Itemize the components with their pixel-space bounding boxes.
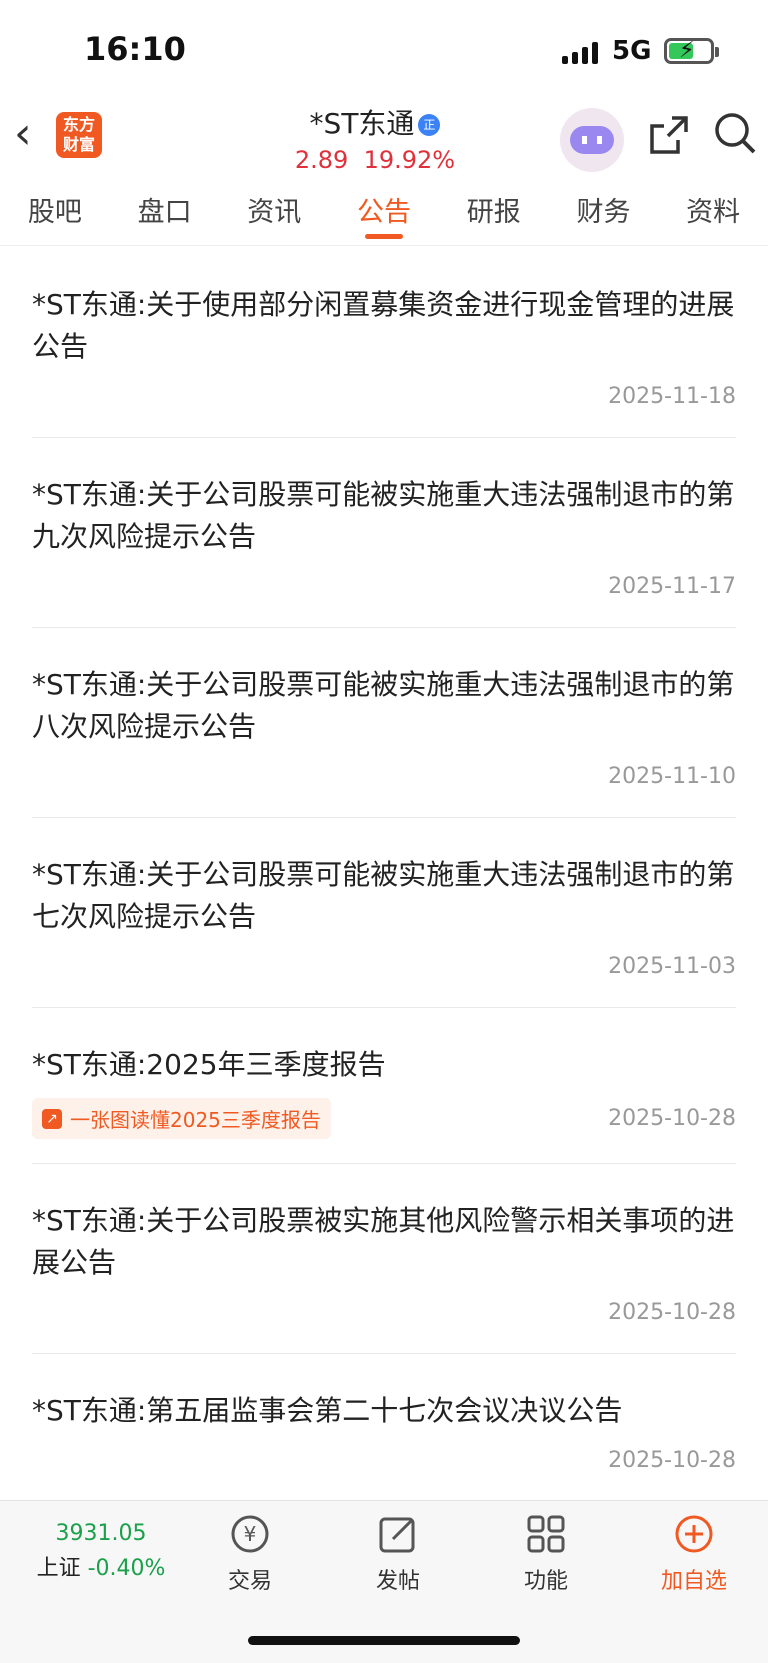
stock-title: *ST东通正 [250, 102, 500, 142]
list-item[interactable]: *ST东通:关于公司股票可能被实施重大违法强制退市的第七次风险提示公告 2025… [32, 818, 736, 1008]
logo-line1: 东方 [62, 115, 95, 134]
announcement-date: 2025-11-03 [608, 954, 736, 979]
list-item[interactable]: *ST东通:关于公司股票被实施其他风险警示相关事项的进展公告 2025-10-2… [32, 1164, 736, 1354]
list-item[interactable]: *ST东通:关于公司股票可能被实施重大违法强制退市的第八次风险提示公告 2025… [32, 628, 736, 818]
tab-announcements[interactable]: 公告 [329, 180, 439, 245]
tab-guba[interactable]: 股吧 [0, 180, 110, 245]
report-summary-chip[interactable]: ↗ 一张图读懂2025三季度报告 [32, 1098, 331, 1139]
home-indicator[interactable] [248, 1636, 520, 1645]
trade-label: 交易 [227, 1569, 272, 1594]
announcement-date: 2025-10-28 [608, 1300, 736, 1325]
stock-change-pct: 19.92% [363, 146, 456, 174]
announcement-date: 2025-11-17 [608, 574, 736, 599]
announcement-date: 2025-11-10 [608, 764, 736, 789]
edit-icon [379, 1517, 415, 1553]
announcement-date: 2025-10-28 [608, 1106, 736, 1131]
list-item[interactable]: *ST东通:第五届监事会第二十七次会议决议公告 2025-10-28 [32, 1354, 736, 1502]
tab-bar: 股吧 盘口 资讯 公告 研报 财务 资料 [0, 180, 768, 246]
index-label: 上证 -0.40% [26, 1550, 176, 1582]
list-item[interactable]: *ST东通:2025年三季度报告 ↗ 一张图读懂2025三季度报告 2025-1… [32, 1008, 736, 1164]
announcement-title: *ST东通:关于公司股票可能被实施重大违法强制退市的第八次风险提示公告 [32, 668, 735, 743]
plus-circle-icon [675, 1515, 713, 1553]
share-icon[interactable] [646, 112, 692, 158]
add-watchlist-button[interactable]: 加自选 [634, 1511, 754, 1595]
back-icon[interactable]: ‹ [14, 112, 54, 156]
grid-icon [527, 1515, 565, 1553]
announcement-title: *ST东通:关于公司股票可能被实施重大违法强制退市的第七次风险提示公告 [32, 858, 735, 933]
announcement-date: 2025-10-28 [608, 1448, 736, 1473]
announcement-list: *ST东通:关于使用部分闲置募集资金进行现金管理的进展公告 2025-11-18… [32, 248, 736, 1502]
announcement-title: *ST东通:关于使用部分闲置募集资金进行现金管理的进展公告 [32, 288, 735, 363]
tab-finance[interactable]: 财务 [549, 180, 659, 245]
signal-icon [562, 38, 598, 64]
list-item[interactable]: *ST东通:关于公司股票可能被实施重大违法强制退市的第九次风险提示公告 2025… [32, 438, 736, 628]
network-type: 5G [612, 36, 652, 66]
tab-news[interactable]: 资讯 [219, 180, 329, 245]
chart-icon: ↗ [42, 1108, 62, 1129]
stock-name: *ST东通 [309, 107, 415, 140]
logo-line2: 财富 [62, 135, 95, 154]
stock-header: ‹ 东方 财富 *ST东通正 2.89 19.92% [0, 100, 768, 180]
battery-icon: ⚡ [664, 38, 719, 64]
post-label: 发帖 [375, 1569, 420, 1594]
assistant-avatar-icon[interactable] [560, 108, 624, 172]
post-button[interactable]: 发帖 [338, 1511, 458, 1595]
announcement-title: *ST东通:2025年三季度报告 [32, 1048, 386, 1081]
functions-label: 功能 [523, 1569, 568, 1594]
announcement-meta-row: ↗ 一张图读懂2025三季度报告 2025-10-28 [32, 1086, 736, 1163]
status-bar: 16:10 5G ⚡ [0, 0, 768, 100]
functions-button[interactable]: 功能 [486, 1511, 606, 1595]
verified-badge: 正 [418, 114, 441, 136]
tab-pankou[interactable]: 盘口 [110, 180, 220, 245]
index-name: 上证 [36, 1556, 81, 1581]
stock-title-block: *ST东通正 2.89 19.92% [250, 102, 500, 174]
trade-button[interactable]: ¥ 交易 [190, 1511, 310, 1595]
svg-text:¥: ¥ [244, 1522, 257, 1546]
add-watchlist-label: 加自选 [660, 1569, 727, 1594]
index-change: -0.40% [87, 1556, 166, 1581]
chip-label: 一张图读懂2025三季度报告 [70, 1108, 321, 1132]
index-value: 3931.05 [55, 1521, 147, 1546]
announcement-title: *ST东通:关于公司股票可能被实施重大违法强制退市的第九次风险提示公告 [32, 478, 735, 553]
stock-quote: 2.89 19.92% [250, 146, 500, 174]
yuan-icon: ¥ [231, 1515, 269, 1553]
announcement-title: *ST东通:第五届监事会第二十七次会议决议公告 [32, 1394, 623, 1427]
search-icon[interactable] [712, 110, 758, 156]
tab-research[interactable]: 研报 [439, 180, 549, 245]
list-item[interactable]: *ST东通:关于使用部分闲置募集资金进行现金管理的进展公告 2025-11-18 [32, 248, 736, 438]
market-index[interactable]: 3931.05 上证 -0.40% [26, 1521, 176, 1582]
status-time: 16:10 [84, 30, 186, 68]
stock-price: 2.89 [294, 146, 349, 174]
announcement-date: 2025-11-18 [608, 384, 736, 409]
tab-profile[interactable]: 资料 [658, 180, 768, 245]
app-logo: 东方 财富 [56, 112, 102, 158]
announcement-title: *ST东通:关于公司股票被实施其他风险警示相关事项的进展公告 [32, 1204, 735, 1279]
